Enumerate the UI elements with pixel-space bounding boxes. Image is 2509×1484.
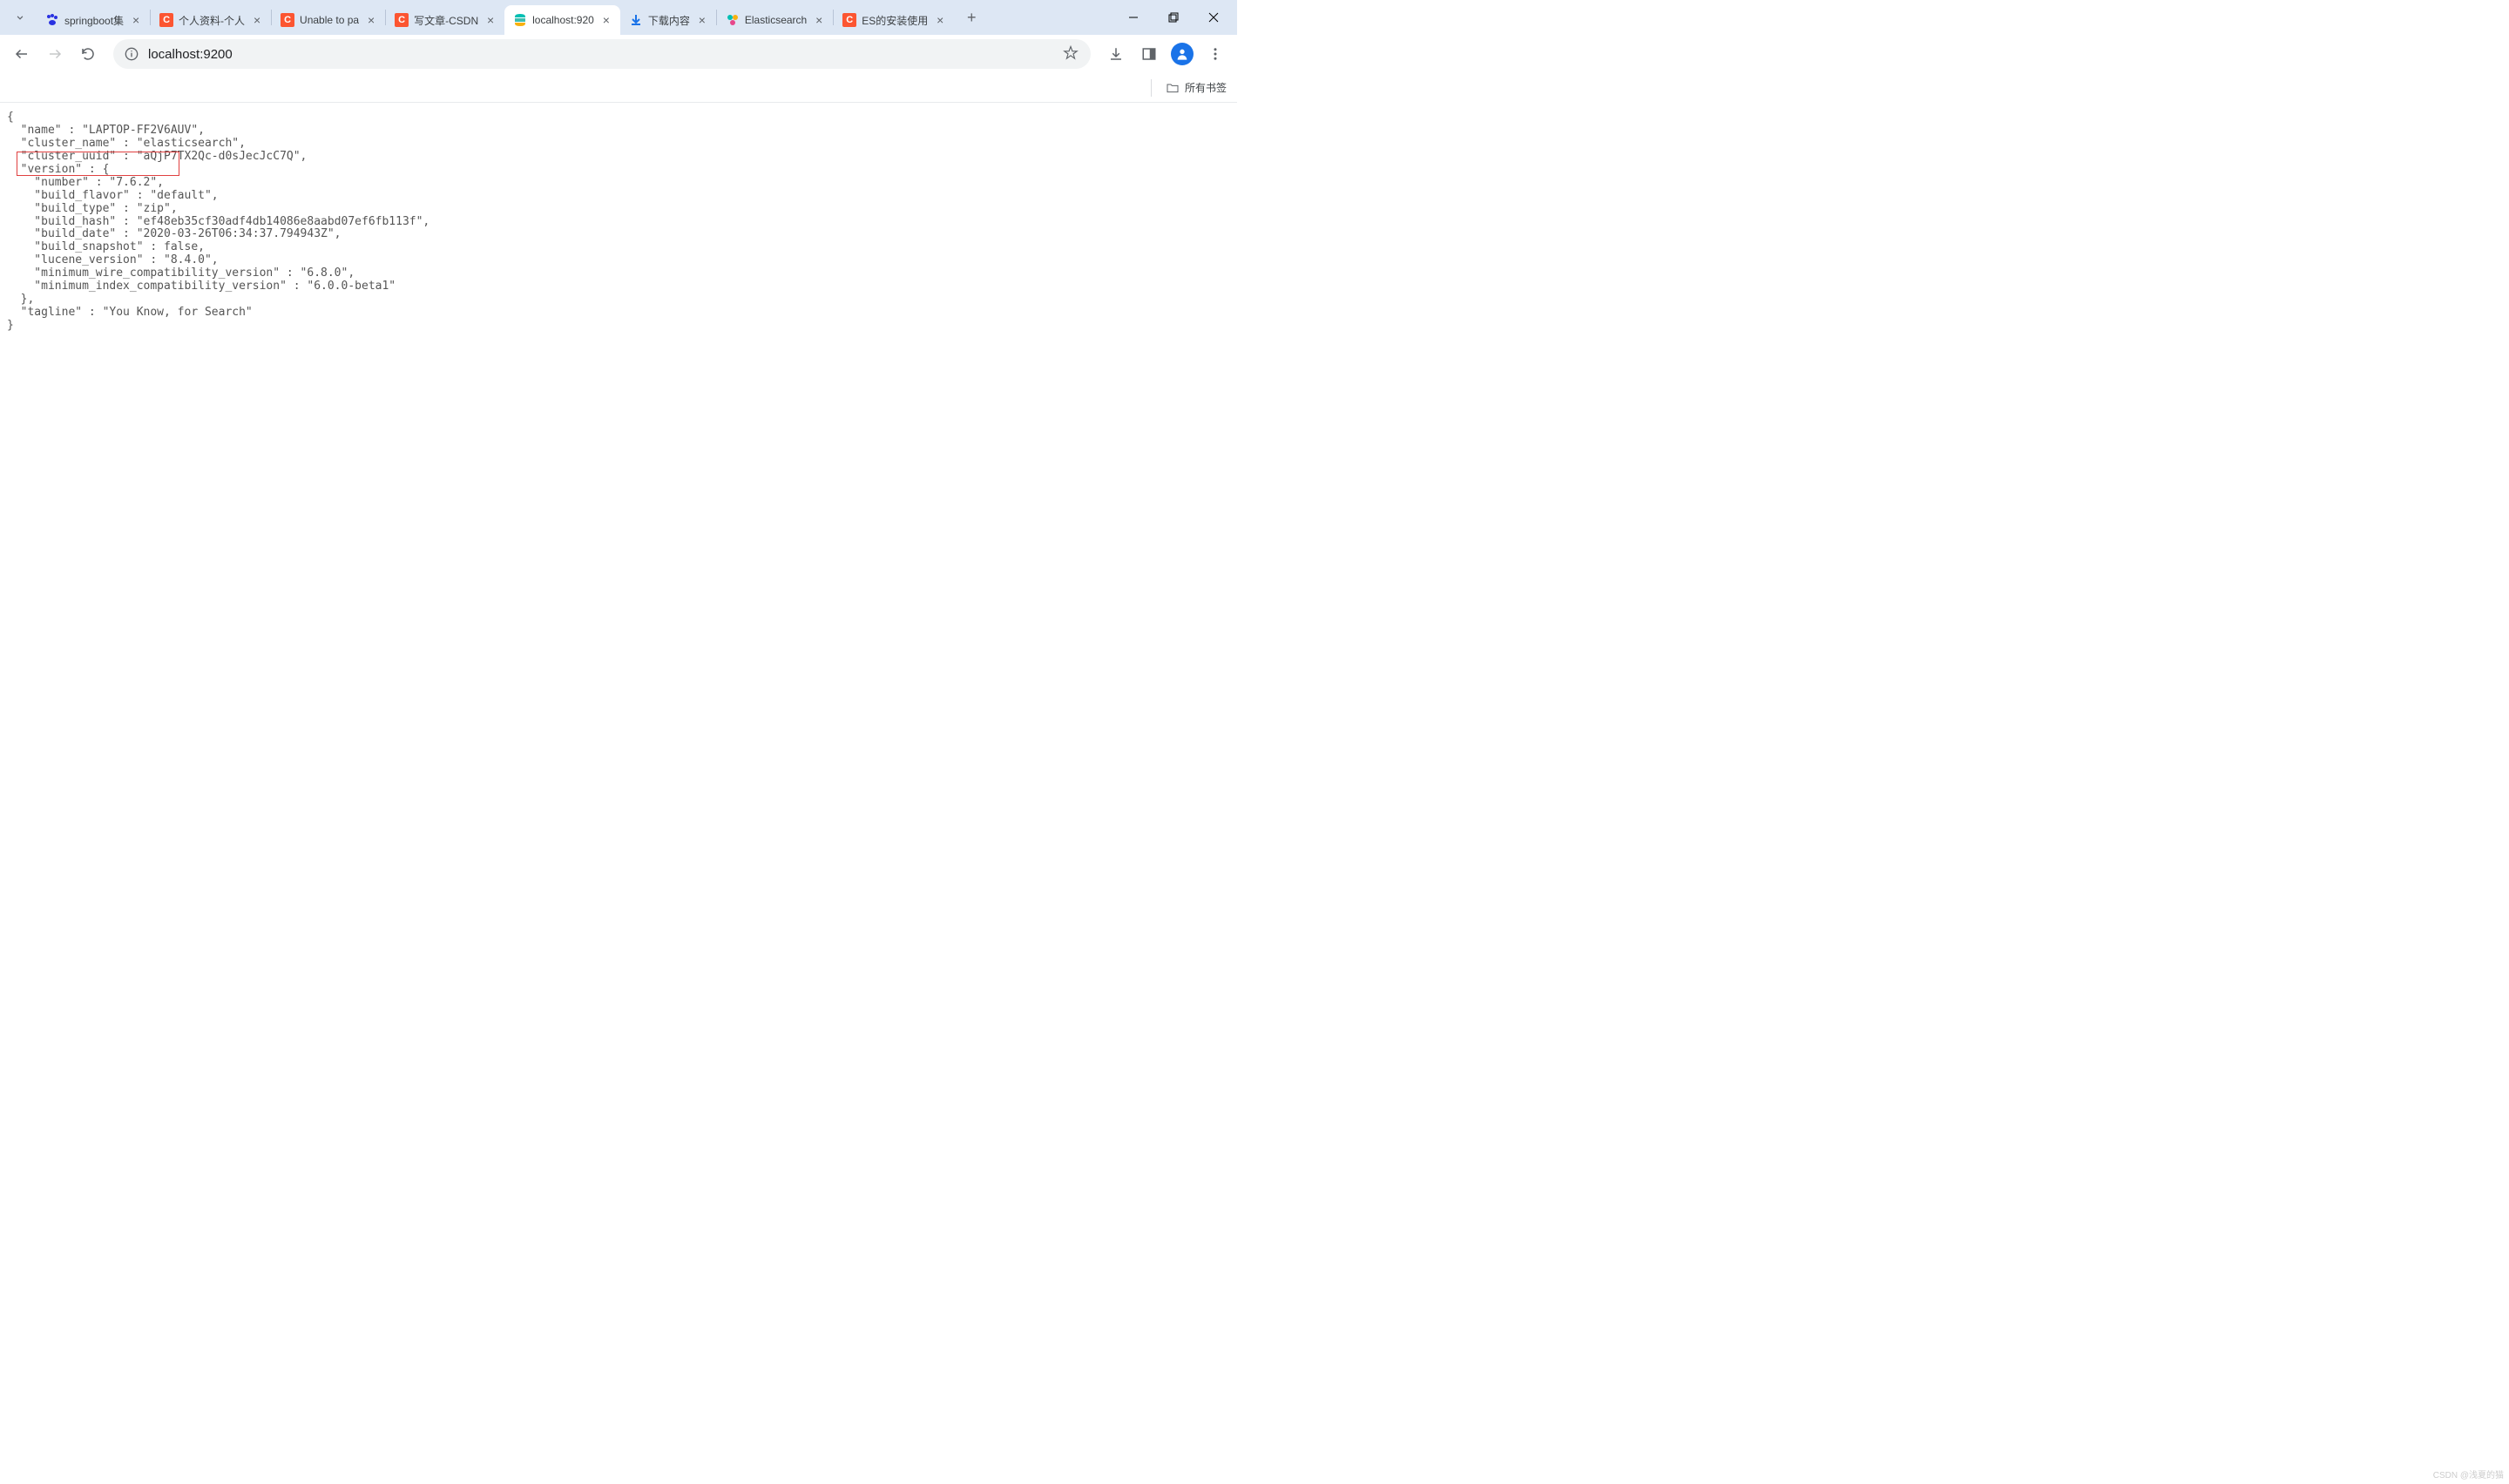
profile-button[interactable] xyxy=(1167,39,1197,69)
tab-title: ES的安装使用 xyxy=(862,13,928,28)
csdn-icon: C xyxy=(395,13,409,27)
browser-chrome: springboot集 × C 个人资料-个人 × C Unable to pa… xyxy=(0,0,1237,73)
close-icon[interactable]: × xyxy=(364,13,378,27)
maximize-button[interactable] xyxy=(1153,0,1194,35)
panel-icon xyxy=(1141,46,1157,62)
tab-es-install[interactable]: C ES的安装使用 × xyxy=(834,5,954,35)
reload-icon xyxy=(80,46,96,62)
downloads-button[interactable] xyxy=(1101,39,1131,69)
tab-localhost[interactable]: localhost:920 × xyxy=(504,5,620,35)
close-icon[interactable]: × xyxy=(484,13,497,27)
tab-search-button[interactable] xyxy=(7,4,33,30)
kebab-menu-icon xyxy=(1207,46,1223,62)
reload-button[interactable] xyxy=(73,39,103,69)
tab-write[interactable]: C 写文章-CSDN × xyxy=(386,5,504,35)
side-panel-button[interactable] xyxy=(1134,39,1164,69)
tab-elastic[interactable]: Elasticsearch × xyxy=(717,5,833,35)
baidu-icon xyxy=(45,13,59,27)
chevron-down-icon xyxy=(14,11,26,24)
tab-title: Unable to pa xyxy=(300,14,359,26)
bookmark-star-icon[interactable] xyxy=(1063,45,1080,63)
url-text: localhost:9200 xyxy=(148,47,1054,62)
bookmarks-separator xyxy=(1151,79,1152,97)
tab-title: Elasticsearch xyxy=(745,14,807,26)
tab-title: 个人资料-个人 xyxy=(179,13,245,28)
minimize-button[interactable] xyxy=(1113,0,1153,35)
tab-unable[interactable]: C Unable to pa × xyxy=(272,5,385,35)
site-info-icon[interactable] xyxy=(124,46,139,62)
arrow-right-icon xyxy=(47,46,63,62)
tab-title: springboot集 xyxy=(64,13,124,28)
toolbar: localhost:9200 xyxy=(0,35,1237,73)
close-icon[interactable]: × xyxy=(599,13,613,27)
tab-title: 下载内容 xyxy=(648,13,690,28)
tab-downloads[interactable]: 下载内容 × xyxy=(620,5,716,35)
avatar-icon xyxy=(1171,43,1194,65)
close-window-button[interactable] xyxy=(1194,0,1234,35)
new-tab-button[interactable]: + xyxy=(959,5,984,30)
arrow-left-icon xyxy=(14,46,30,62)
all-bookmarks-button[interactable]: 所有书签 xyxy=(1166,80,1227,95)
close-icon[interactable]: × xyxy=(695,13,709,27)
tab-title: 写文章-CSDN xyxy=(414,13,478,28)
menu-button[interactable] xyxy=(1200,39,1230,69)
download-icon xyxy=(629,13,643,27)
close-icon[interactable]: × xyxy=(129,13,143,27)
close-icon[interactable]: × xyxy=(933,13,947,27)
csdn-icon: C xyxy=(281,13,294,27)
json-response: { "name" : "LAPTOP-FF2V6AUV", "cluster_n… xyxy=(7,111,1230,333)
page-content: { "name" : "LAPTOP-FF2V6AUV", "cluster_n… xyxy=(0,103,1237,341)
download-icon xyxy=(1108,46,1124,62)
window-controls xyxy=(1113,0,1234,35)
folder-icon xyxy=(1166,81,1180,95)
watermark: CSDN @浅夏的猫 xyxy=(2433,1467,2504,1481)
all-bookmarks-label: 所有书签 xyxy=(1185,80,1227,95)
csdn-icon: C xyxy=(842,13,856,27)
tab-title: localhost:920 xyxy=(532,14,594,26)
elasticsearch-icon xyxy=(513,13,527,27)
tab-strip: springboot集 × C 个人资料-个人 × C Unable to pa… xyxy=(0,0,1237,35)
csdn-icon: C xyxy=(159,13,173,27)
address-bar[interactable]: localhost:9200 xyxy=(113,39,1091,69)
back-button[interactable] xyxy=(7,39,37,69)
bookmarks-bar: 所有书签 xyxy=(0,73,1237,103)
elastic-icon xyxy=(726,13,740,27)
close-icon[interactable]: × xyxy=(812,13,826,27)
tab-springboot[interactable]: springboot集 × xyxy=(37,5,150,35)
close-icon[interactable]: × xyxy=(250,13,264,27)
tab-profile[interactable]: C 个人资料-个人 × xyxy=(151,5,271,35)
forward-button[interactable] xyxy=(40,39,70,69)
